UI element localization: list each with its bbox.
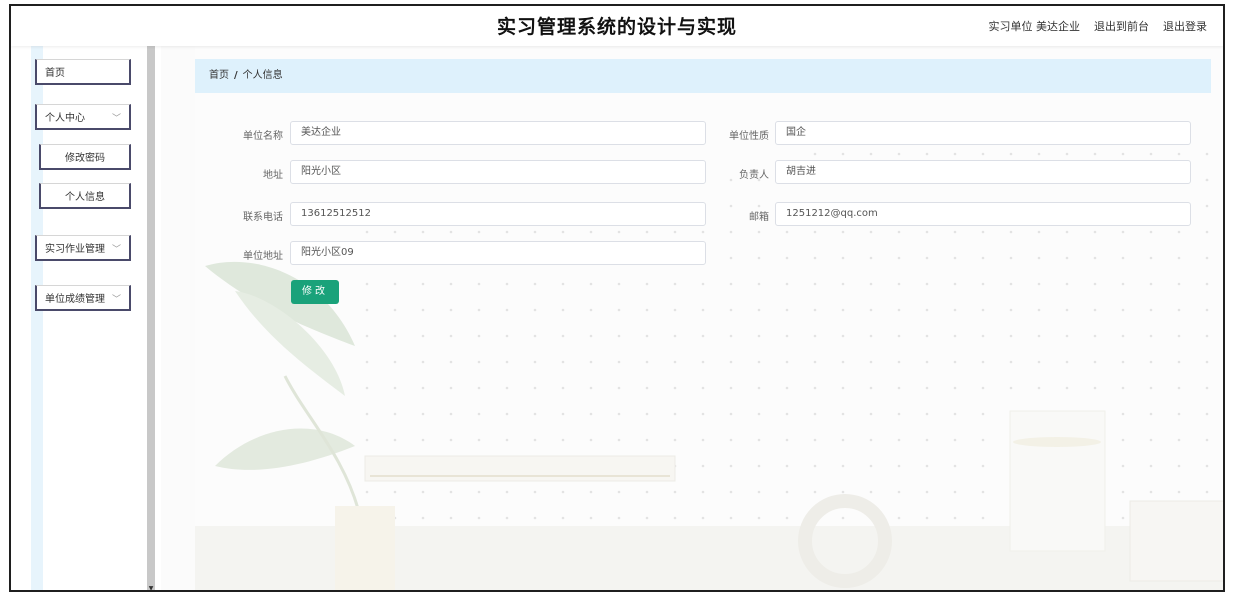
unit-type-label: 单位性质 bbox=[729, 131, 769, 142]
email-field[interactable]: 1251212@qq.com bbox=[775, 202, 1191, 226]
chevron-down-icon: ﹀ bbox=[111, 245, 121, 255]
email-label: 邮箱 bbox=[749, 212, 769, 223]
sidebar-item-label: 单位成绩管理 bbox=[45, 294, 105, 305]
user-name: 美达企业 bbox=[1036, 20, 1080, 33]
breadcrumb-home[interactable]: 首页 bbox=[209, 70, 229, 81]
chevron-down-icon: ﹀ bbox=[111, 295, 121, 305]
phone-field[interactable]: 13612512512 bbox=[290, 202, 706, 226]
front-link[interactable]: 退出到前台 bbox=[1094, 18, 1149, 34]
sidebar-item-label: 修改密码 bbox=[65, 153, 105, 164]
address-label: 地址 bbox=[263, 170, 283, 181]
main-content: 首页 / 个人信息 单位名称 美达企业 单位性质 国企 地址 阳光小区 负责人 胡吉… bbox=[195, 46, 1223, 590]
sidebar-item-home[interactable]: 首页 bbox=[35, 59, 131, 85]
sidebar-item-personal-info[interactable]: 个人信息 bbox=[39, 183, 131, 209]
sidebar-item-label: 实习作业管理 bbox=[45, 244, 105, 255]
manager-field[interactable]: 胡吉进 bbox=[775, 160, 1191, 184]
unit-name-label: 单位名称 bbox=[243, 131, 283, 142]
sidebar-item-change-password[interactable]: 修改密码 bbox=[39, 144, 131, 170]
sidebar: 首页 个人中心 ﹀ 修改密码 个人信息 实习作业管理 ﹀ 单位成绩管理 ﹀ ▼ bbox=[11, 46, 161, 590]
chevron-down-icon: ﹀ bbox=[111, 114, 121, 124]
submit-button[interactable]: 修改 bbox=[291, 280, 339, 304]
sidebar-item-label: 首页 bbox=[45, 68, 65, 79]
scroll-down-arrow-icon[interactable]: ▼ bbox=[147, 585, 155, 590]
logout-link[interactable]: 退出登录 bbox=[1163, 18, 1207, 34]
user-role: 实习单位 bbox=[988, 20, 1033, 33]
unit-name-field[interactable]: 美达企业 bbox=[290, 121, 706, 145]
breadcrumb-current: 个人信息 bbox=[242, 70, 283, 81]
app-window: 实习管理系统的设计与实现 实习单位 美达企业 退出到前台 退出登录 首页 个人中… bbox=[9, 4, 1225, 592]
unit-address-field[interactable]: 阳光小区09 bbox=[290, 241, 706, 265]
unit-type-field[interactable]: 国企 bbox=[775, 121, 1191, 145]
sidebar-item-grades[interactable]: 单位成绩管理 ﹀ bbox=[35, 285, 131, 311]
sidebar-item-personal-center[interactable]: 个人中心 ﹀ bbox=[35, 104, 131, 130]
sidebar-item-label: 个人信息 bbox=[65, 192, 105, 203]
sidebar-item-homework[interactable]: 实习作业管理 ﹀ bbox=[35, 235, 131, 261]
sidebar-scrollbar[interactable]: ▼ bbox=[147, 46, 155, 590]
user-info: 实习单位 美达企业 bbox=[989, 18, 1081, 34]
unit-address-label: 单位地址 bbox=[243, 251, 283, 262]
manager-label: 负责人 bbox=[739, 170, 769, 181]
top-header: 实习管理系统的设计与实现 实习单位 美达企业 退出到前台 退出登录 bbox=[11, 6, 1223, 46]
address-field[interactable]: 阳光小区 bbox=[290, 160, 706, 184]
breadcrumb: 首页 / 个人信息 bbox=[195, 59, 1211, 93]
header-actions: 实习单位 美达企业 退出到前台 退出登录 bbox=[989, 18, 1208, 34]
sidebar-item-label: 个人中心 bbox=[45, 113, 85, 124]
breadcrumb-separator: / bbox=[234, 70, 238, 81]
phone-label: 联系电话 bbox=[243, 212, 283, 223]
